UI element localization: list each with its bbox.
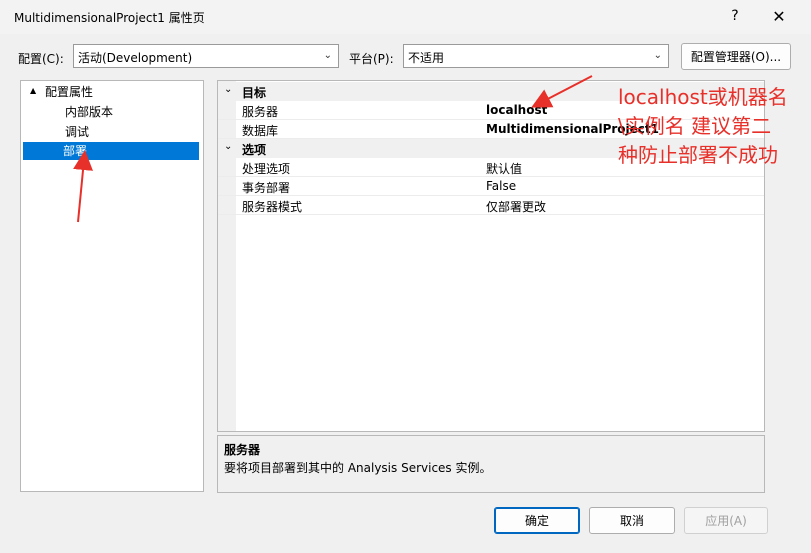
window-title: MultidimensionalProject1 属性页	[14, 11, 205, 25]
tree-root-config-properties[interactable]: 配置属性	[43, 83, 95, 101]
property-value[interactable]: 默认值	[486, 160, 522, 177]
description-text: 要将项目部署到其中的 Analysis Services 实例。	[224, 461, 492, 475]
help-button[interactable]: ?	[713, 2, 757, 30]
close-button[interactable]: ✕	[757, 2, 801, 30]
collapse-icon[interactable]: ⌄	[224, 141, 232, 152]
annotation-text: localhost或机器名 \实例名 建议第二 种防止部署不成功	[618, 83, 808, 170]
property-name: 服务器模式	[242, 200, 303, 214]
chevron-down-icon: ⌄	[653, 50, 662, 61]
table-row[interactable]: 服务器模式 仅部署更改	[218, 196, 764, 215]
annotation-line: 种防止部署不成功	[618, 143, 778, 167]
cancel-button[interactable]: 取消	[589, 507, 675, 534]
apply-button[interactable]: 应用(A)	[684, 507, 768, 534]
annotation-line: localhost或机器名	[618, 85, 788, 109]
property-value[interactable]: localhost	[486, 103, 547, 117]
annotation-line: \实例名 建议第二	[618, 114, 772, 138]
tree-pane: ▲ 配置属性 内部版本 调试 部署	[20, 80, 204, 492]
description-title: 服务器	[224, 443, 261, 457]
category-label: 目标	[242, 86, 267, 100]
table-row[interactable]: 事务部署 False	[218, 177, 764, 196]
property-name: 事务部署	[242, 181, 291, 195]
property-value[interactable]: 仅部署更改	[486, 198, 546, 215]
property-value[interactable]: False	[486, 179, 516, 193]
property-name: 服务器	[242, 105, 279, 119]
platform-label: 平台(P):	[349, 52, 394, 66]
tree-item-build[interactable]: 内部版本	[63, 103, 115, 121]
config-manager-button[interactable]: 配置管理器(O)...	[681, 43, 791, 70]
property-name: 数据库	[242, 124, 279, 138]
property-name: 处理选项	[242, 162, 291, 176]
description-pane: 服务器 要将项目部署到其中的 Analysis Services 实例。	[217, 435, 765, 493]
config-value: 活动(Development)	[78, 51, 193, 65]
platform-value: 不适用	[408, 51, 445, 65]
tree-item-debug[interactable]: 调试	[63, 123, 91, 141]
config-combo[interactable]: 活动(Development) ⌄	[73, 44, 339, 68]
category-label: 选项	[242, 143, 267, 157]
chevron-down-icon: ⌄	[323, 50, 332, 61]
ok-button[interactable]: 确定	[494, 507, 580, 534]
title-bar: MultidimensionalProject1 属性页 ? ✕	[0, 0, 811, 34]
config-label: 配置(C):	[18, 52, 64, 66]
collapse-icon[interactable]: ⌄	[224, 84, 232, 95]
platform-combo[interactable]: 不适用 ⌄	[403, 44, 669, 68]
collapse-icon[interactable]: ▲	[30, 86, 36, 95]
tree-item-deploy[interactable]: 部署	[23, 142, 199, 160]
